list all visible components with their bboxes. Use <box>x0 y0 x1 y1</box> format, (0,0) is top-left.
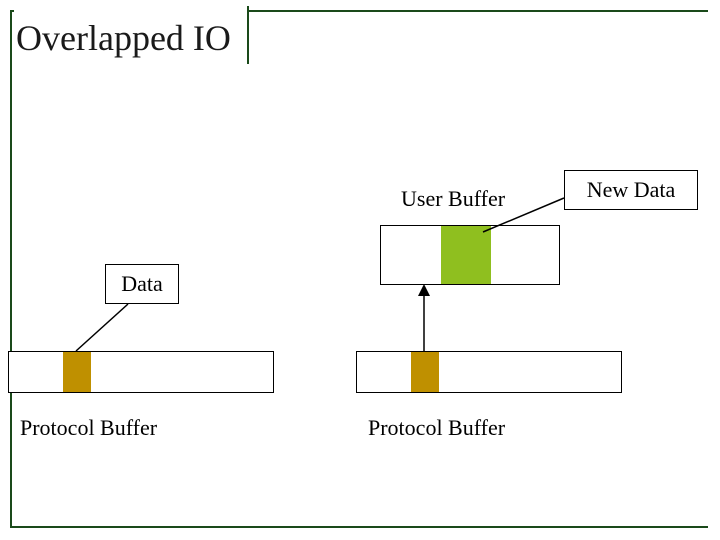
protocol-buffer-right-label: Protocol Buffer <box>368 415 505 441</box>
protocol-buffer-left-label: Protocol Buffer <box>20 415 157 441</box>
new-data-box: New Data <box>564 170 698 210</box>
right-protocol-buffer <box>356 351 622 393</box>
user-buffer-label: User Buffer <box>401 186 505 212</box>
left-protocol-data-fill <box>63 352 91 392</box>
title-wrap: Overlapped IO <box>14 0 247 70</box>
user-buffer-new-data-fill <box>441 226 491 284</box>
right-protocol-data-fill <box>411 352 439 392</box>
data-text: Data <box>121 271 163 297</box>
data-box: Data <box>105 264 179 304</box>
left-protocol-buffer <box>8 351 274 393</box>
new-data-text: New Data <box>587 177 676 203</box>
slide-title: Overlapped IO <box>14 20 237 56</box>
user-buffer <box>380 225 560 285</box>
title-end-marker <box>247 6 249 64</box>
